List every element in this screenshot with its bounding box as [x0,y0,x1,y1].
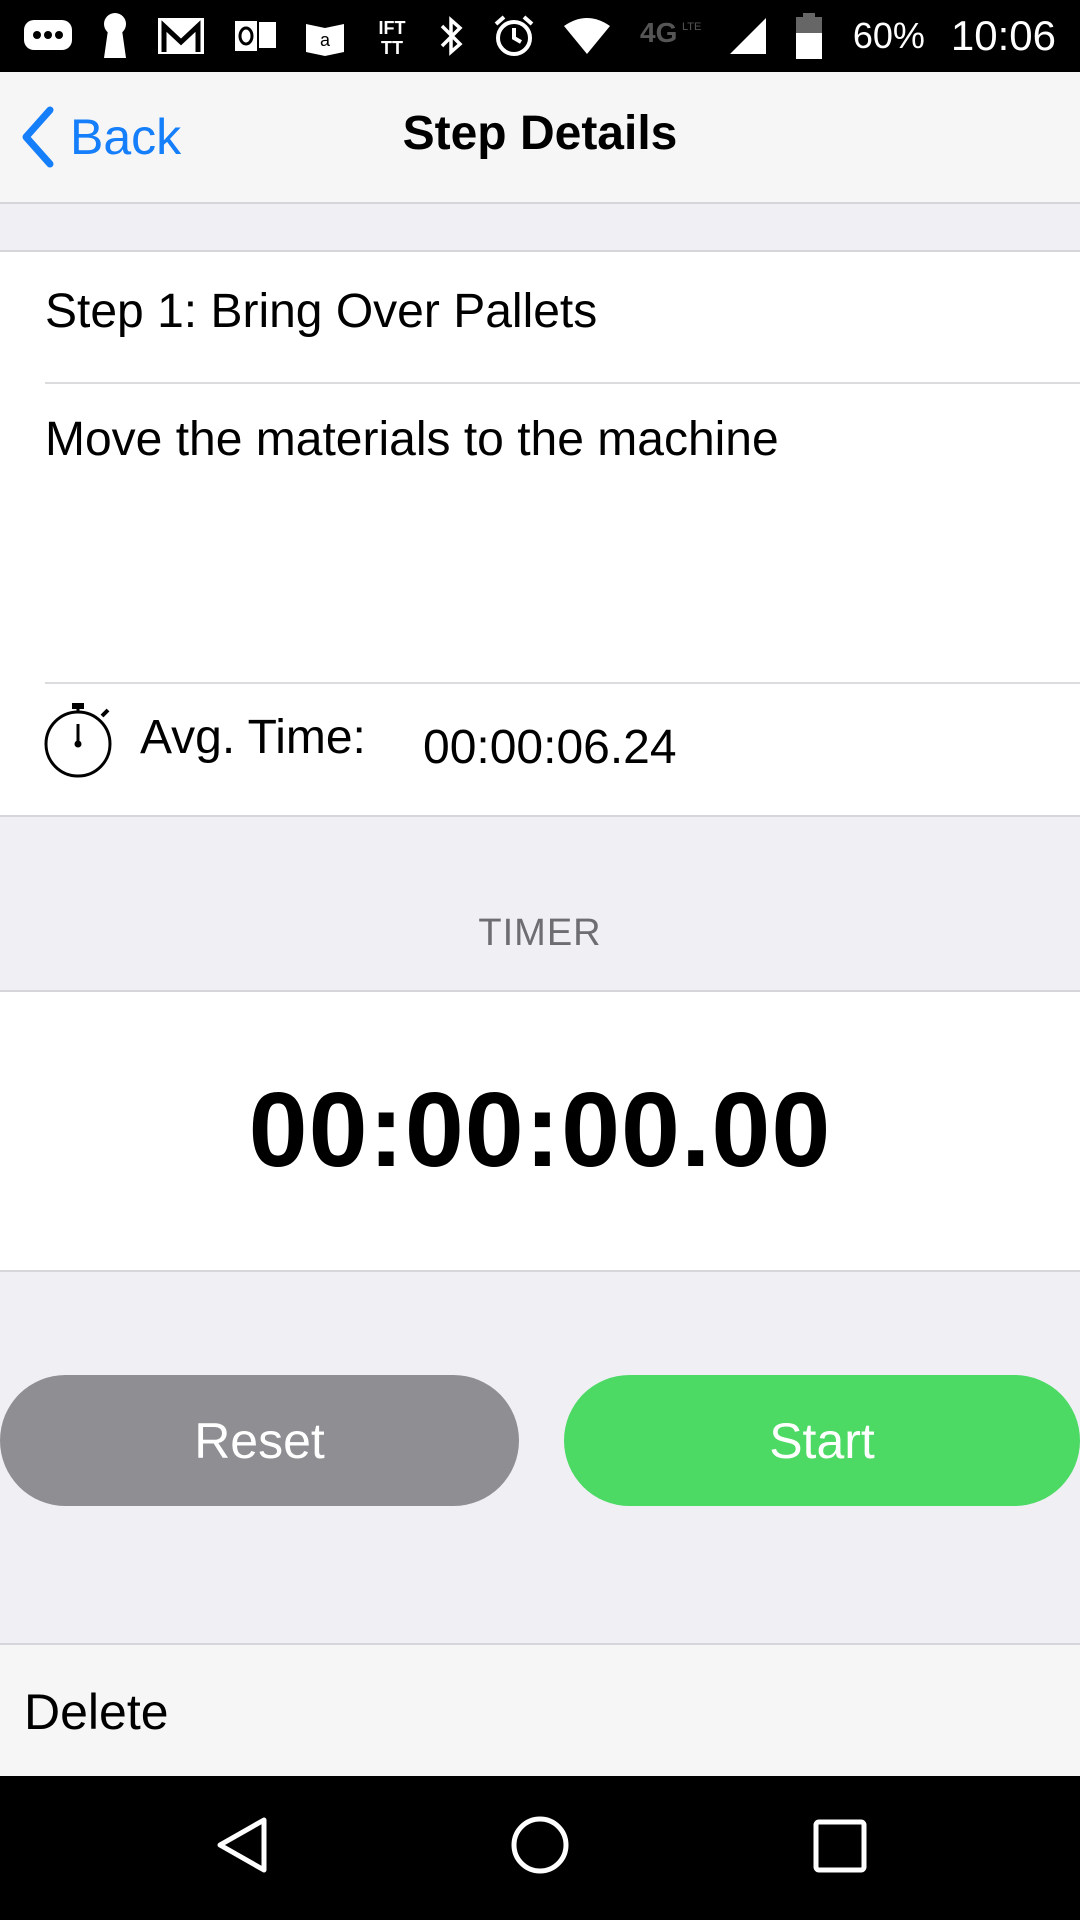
divider [45,382,1080,384]
svg-text:4G: 4G [640,17,677,48]
reset-button[interactable]: Reset [0,1375,519,1506]
4g-lte-icon: 4G LTE [640,17,701,48]
back-triangle-icon[interactable] [212,1814,272,1876]
timer-section-header: TIMER [478,912,602,954]
bluetooth-icon [440,16,463,56]
navigation-bar: Back Step Details [0,72,1080,204]
start-button[interactable]: Start [564,1375,1080,1506]
messages-icon [24,20,72,50]
amazon-kindle-icon: a [306,24,344,56]
avg-time-value: 00:00:06.24 [423,721,677,774]
svg-text:IFT: IFT [379,18,406,38]
wifi-icon [564,18,610,54]
step-details-card: Step 1: Bring Over Pallets Move the mate… [0,250,1080,817]
outlook-icon [233,19,276,53]
delete-row[interactable]: Delete [0,1643,1080,1777]
stopwatch-icon [44,703,112,778]
alarm-icon [494,15,534,56]
svg-text:TT: TT [381,38,403,56]
battery-icon [796,13,822,59]
delete-button[interactable]: Delete [24,1683,169,1741]
svg-text:LTE: LTE [682,21,701,33]
timer-display: 00:00:00.00 [248,1071,832,1189]
status-bar: a IFT TT 4G LTE 60% 10:06 [0,0,1080,72]
gmail-icon [158,18,204,54]
avg-time-label: Avg. Time: [140,711,366,764]
home-circle-icon[interactable] [509,1814,571,1876]
step-title: Step 1: Bring Over Pallets [45,285,598,338]
recents-square-icon[interactable] [812,1818,868,1874]
timer-panel: 00:00:00.00 [0,990,1080,1272]
battery-percent: 60% [852,15,925,56]
svg-text:a: a [320,30,331,50]
ifttt-icon: IFT TT [379,18,406,56]
step-description: Move the materials to the machine [45,413,779,466]
divider [45,682,1080,684]
signal-icon [730,18,766,54]
status-time: 10:06 [950,12,1056,59]
android-navigation-bar [0,1776,1080,1920]
page-title: Step Details [402,107,678,160]
keyhole-icon [104,13,126,58]
